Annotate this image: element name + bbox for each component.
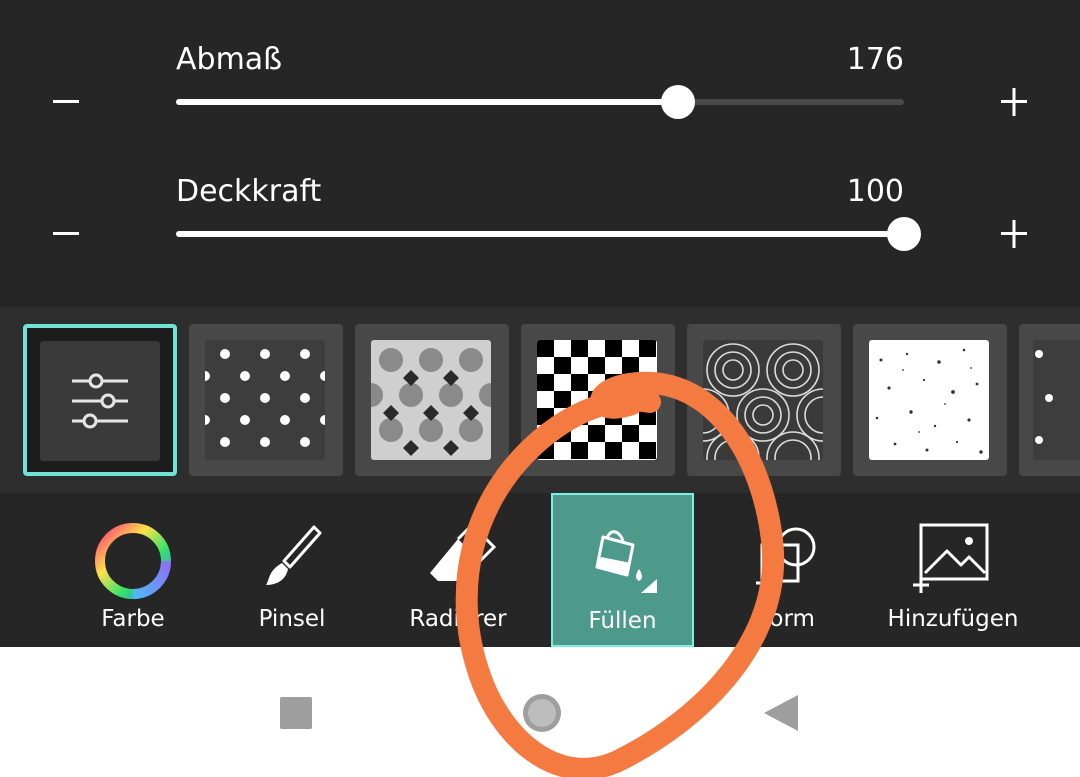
- eraser-icon: [430, 522, 497, 581]
- slider-thumb[interactable]: [660, 85, 695, 119]
- plus-icon[interactable]: [994, 214, 1034, 254]
- home-icon[interactable]: [518, 689, 566, 737]
- shape-icon: [756, 527, 816, 589]
- add-image-icon: [913, 523, 989, 593]
- tool-label: Hinzufügen: [887, 606, 1019, 632]
- tool-farbe[interactable]: Farbe: [60, 493, 206, 647]
- slider-track[interactable]: [176, 85, 904, 119]
- pattern-checker-tile[interactable]: [521, 324, 675, 476]
- slider-label: Abmaß: [176, 42, 283, 77]
- editor-panel: Abmaß 176 Deckkraft 100 Farbe Pinsel Rad…: [0, 0, 1080, 647]
- swatch: [1033, 340, 1080, 460]
- pattern-strip: [0, 307, 1080, 493]
- brush-icon: [266, 525, 322, 585]
- pattern-partial-tile[interactable]: [1019, 324, 1080, 476]
- pattern-speckle-tile[interactable]: [853, 324, 1007, 476]
- slider-value: 176: [846, 42, 904, 77]
- system-nav-bar: [0, 647, 1080, 777]
- sliders-icon: [72, 373, 128, 429]
- partial-pattern: [1035, 350, 1053, 444]
- dots-pattern: [205, 349, 325, 447]
- swatch: [40, 341, 160, 461]
- slider-fill: [176, 231, 904, 237]
- texture-pattern: [371, 348, 491, 456]
- tool-label: Pinsel: [258, 606, 326, 632]
- tool-label: Füllen: [588, 608, 657, 634]
- minus-icon[interactable]: [46, 82, 86, 122]
- fill-bucket-icon: [595, 530, 657, 593]
- swatch: [869, 340, 989, 460]
- slider-value: 100: [846, 174, 904, 209]
- slider-label: Deckkraft: [176, 174, 322, 209]
- checker-pattern: [537, 340, 656, 459]
- recent-apps-icon[interactable]: [278, 695, 314, 731]
- tool-label: Form: [757, 606, 815, 632]
- pattern-adjust-tile[interactable]: [23, 324, 177, 476]
- pattern-dots-tile[interactable]: [189, 324, 343, 476]
- pattern-texture-tile[interactable]: [355, 324, 509, 476]
- plus-icon[interactable]: [994, 82, 1034, 122]
- swatch: [703, 340, 823, 460]
- swatch: [537, 340, 657, 460]
- tool-form[interactable]: Form: [716, 493, 856, 647]
- color-wheel-icon: [95, 523, 171, 599]
- tool-bar: Farbe Pinsel Radierer Füllen Form Hinzuf…: [0, 493, 1080, 647]
- tool-pinsel[interactable]: Pinsel: [222, 493, 362, 647]
- tool-label: Farbe: [101, 606, 165, 632]
- tool-hinzufuegen[interactable]: Hinzufügen: [878, 493, 1028, 647]
- slider-fill: [176, 99, 678, 105]
- minus-icon[interactable]: [46, 214, 86, 254]
- tool-radierer[interactable]: Radierer: [388, 493, 528, 647]
- speckle-pattern: [875, 348, 983, 454]
- circles-pattern: [703, 343, 823, 460]
- pattern-circles-tile[interactable]: [687, 324, 841, 476]
- tool-label: Radierer: [409, 606, 507, 632]
- back-icon[interactable]: [762, 693, 800, 733]
- slider-track[interactable]: [176, 217, 921, 251]
- slider-thumb[interactable]: [887, 217, 921, 251]
- tool-fuellen[interactable]: Füllen: [551, 493, 694, 647]
- swatch: [205, 340, 325, 460]
- swatch: [371, 340, 491, 460]
